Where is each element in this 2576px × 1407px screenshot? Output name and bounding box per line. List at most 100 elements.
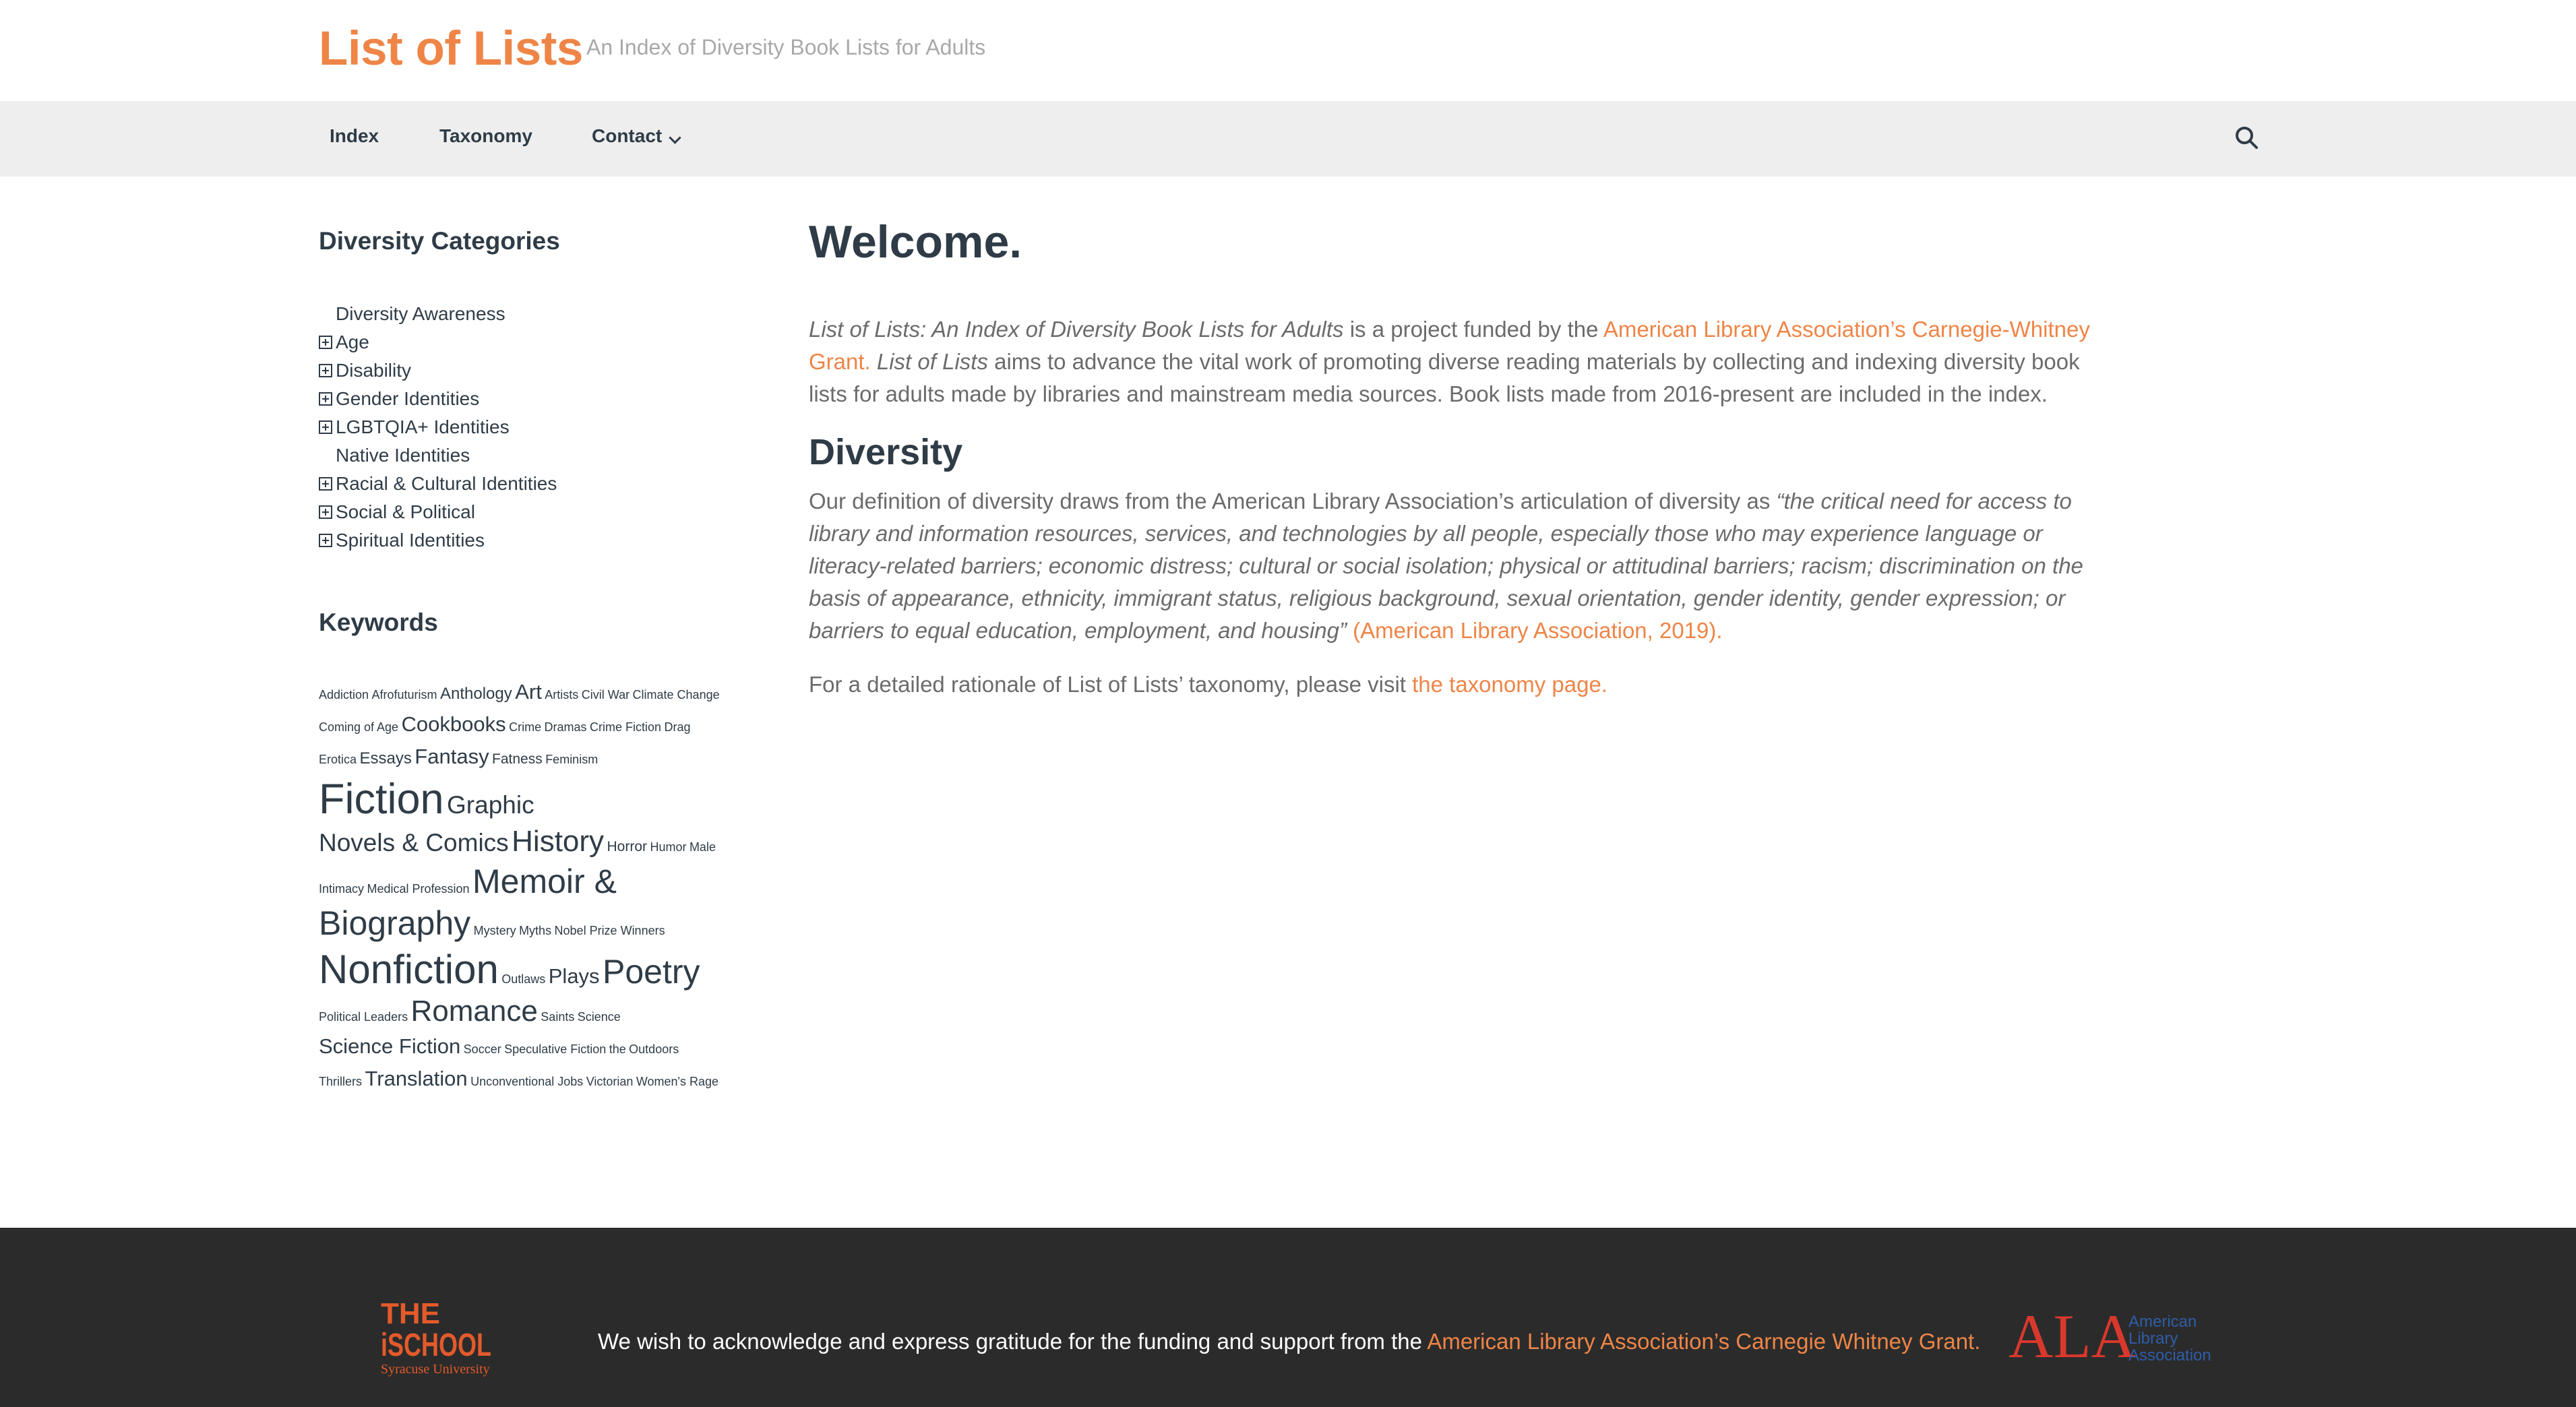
intro-paragraph: List of Lists: An Index of Diversity Boo…: [809, 313, 2096, 410]
diversity-heading: Diversity: [809, 432, 963, 472]
keyword-tag[interactable]: Plays: [549, 964, 600, 988]
category-item[interactable]: Diversity Awareness: [319, 300, 723, 328]
category-label[interactable]: Gender Identities: [336, 388, 479, 410]
keyword-tag[interactable]: Art: [515, 680, 542, 704]
expand-plus-icon[interactable]: [319, 477, 332, 491]
keyword-tag[interactable]: Thrillers: [319, 1075, 362, 1088]
category-label[interactable]: Racial & Cultural Identities: [336, 473, 557, 495]
search-icon[interactable]: [2233, 124, 2260, 151]
category-label[interactable]: Age: [336, 332, 369, 353]
keyword-tag[interactable]: Biography: [319, 904, 470, 942]
site-tagline: An Index of Diversity Book Lists for Adu…: [586, 35, 986, 59]
keyword-tag[interactable]: Unconventional Jobs: [470, 1075, 583, 1088]
keyword-tag[interactable]: Saints: [541, 1010, 574, 1024]
intro-text-1: is a project funded by the: [1343, 317, 1603, 342]
expand-plus-icon[interactable]: [319, 336, 332, 349]
category-item[interactable]: Racial & Cultural Identities: [319, 470, 723, 498]
category-item[interactable]: Native Identities: [319, 441, 723, 470]
keyword-tag-cloud: Addiction Afrofuturism Anthology Art Art…: [319, 677, 723, 1096]
keyword-tag[interactable]: Essays: [359, 749, 411, 768]
keyword-tag[interactable]: Drag: [664, 720, 690, 734]
keyword-tag[interactable]: Male: [689, 840, 716, 854]
keyword-tag[interactable]: Cookbooks: [402, 712, 506, 736]
keyword-tag[interactable]: Fantasy: [415, 745, 489, 768]
keyword-tag[interactable]: Coming of Age: [319, 720, 398, 734]
keyword-tag[interactable]: Speculative Fiction: [504, 1042, 606, 1056]
keyword-tag[interactable]: Soccer: [464, 1042, 501, 1056]
category-item[interactable]: Gender Identities: [319, 385, 723, 413]
keywords-title: Keywords: [319, 608, 438, 636]
keyword-tag[interactable]: Fiction: [319, 776, 444, 823]
keyword-tag[interactable]: Erotica: [319, 753, 357, 766]
rationale-text: For a detailed rationale of List of List…: [809, 672, 1413, 697]
keyword-tag[interactable]: Horror: [607, 839, 648, 854]
expand-plus-icon[interactable]: [319, 364, 332, 377]
keyword-tag[interactable]: Poetry: [603, 953, 700, 991]
keyword-tag[interactable]: Nobel Prize Winners: [555, 924, 665, 937]
expand-plus-icon[interactable]: [319, 505, 332, 519]
citation-link[interactable]: (American Library Association, 2019).: [1353, 618, 1722, 643]
expand-plus-icon[interactable]: [319, 534, 332, 547]
ischool-logo-line1: THE: [381, 1297, 440, 1330]
site-title-link[interactable]: List of Lists: [319, 22, 583, 76]
intro-italic-title: List of Lists: An Index of Diversity Boo…: [809, 317, 1344, 342]
keyword-tag[interactable]: Fatness: [492, 751, 543, 767]
keyword-tag[interactable]: Crime: [509, 720, 541, 734]
rationale-paragraph: For a detailed rationale of List of List…: [809, 668, 2096, 701]
category-label[interactable]: Diversity Awareness: [336, 303, 505, 325]
category-item[interactable]: Age: [319, 328, 723, 356]
expand-plus-icon[interactable]: [319, 392, 332, 406]
keyword-tag[interactable]: Civil War: [582, 688, 630, 701]
keyword-tag[interactable]: Nonfiction: [319, 947, 499, 992]
category-label[interactable]: Social & Political: [336, 501, 475, 523]
nav-item-index[interactable]: Index: [330, 125, 379, 147]
nav-item-contact[interactable]: Contact: [592, 125, 662, 147]
keyword-tag[interactable]: Science Fiction: [319, 1034, 460, 1058]
keyword-tag[interactable]: Artists: [545, 688, 578, 701]
keyword-tag[interactable]: Graphic: [447, 791, 534, 819]
keyword-tag[interactable]: Crime Fiction: [590, 720, 661, 734]
keyword-tag[interactable]: Women's Rage: [636, 1075, 718, 1088]
keyword-tag[interactable]: Intimacy: [319, 882, 364, 896]
chevron-down-icon[interactable]: [669, 131, 681, 144]
keyword-tag[interactable]: Novels & Comics: [319, 829, 509, 856]
keyword-tag[interactable]: the: [609, 1042, 626, 1056]
keyword-tag[interactable]: Outdoors: [629, 1042, 679, 1056]
main-navigation: Index Taxonomy Contact: [0, 101, 2576, 177]
category-item[interactable]: Spiritual Identities: [319, 526, 723, 555]
keyword-tag[interactable]: Political Leaders: [319, 1010, 408, 1024]
category-label[interactable]: LGBTQIA+ Identities: [336, 416, 510, 438]
keyword-tag[interactable]: Climate Change: [633, 688, 720, 701]
category-label[interactable]: Disability: [336, 360, 411, 381]
category-item[interactable]: Social & Political: [319, 498, 723, 526]
category-item[interactable]: Disability: [319, 356, 723, 385]
keyword-tag[interactable]: Feminism: [545, 753, 598, 766]
keyword-tag[interactable]: Anthology: [440, 685, 512, 703]
keyword-tag[interactable]: Humor: [650, 840, 686, 854]
keyword-tag[interactable]: Victorian: [586, 1075, 634, 1088]
keyword-tag[interactable]: Myths: [519, 924, 551, 937]
keyword-tag[interactable]: Dramas: [545, 720, 587, 734]
expand-plus-icon[interactable]: [319, 420, 332, 434]
category-label[interactable]: Native Identities: [336, 445, 470, 466]
footer-grant-link[interactable]: American Library Association’s Carnegie …: [1427, 1329, 1980, 1354]
definition-paragraph: Our definition of diversity draws from t…: [809, 485, 2096, 647]
ala-logo-line2: Library: [2128, 1330, 2178, 1348]
keyword-tag[interactable]: Science: [578, 1010, 621, 1024]
taxonomy-page-link[interactable]: the taxonomy page.: [1412, 672, 1607, 697]
ala-logo: ALA American Library Association: [2008, 1310, 2211, 1364]
keyword-tag[interactable]: Afrofuturism: [372, 688, 437, 701]
nav-item-taxonomy[interactable]: Taxonomy: [439, 125, 532, 147]
keyword-tag[interactable]: Romance: [411, 995, 538, 1028]
site-header: List of Lists An Index of Diversity Book…: [0, 0, 2576, 101]
keyword-tag[interactable]: Mystery: [474, 924, 516, 937]
keyword-tag[interactable]: Outlaws: [501, 972, 545, 986]
intro-italic-short: List of Lists: [876, 349, 988, 374]
category-label[interactable]: Spiritual Identities: [336, 530, 485, 551]
keyword-tag[interactable]: Addiction: [319, 688, 369, 701]
keyword-tag[interactable]: Translation: [365, 1067, 467, 1090]
category-item[interactable]: LGBTQIA+ Identities: [319, 413, 723, 441]
keyword-tag[interactable]: Memoir &: [472, 863, 617, 900]
keyword-tag[interactable]: Medical Profession: [367, 882, 469, 896]
keyword-tag[interactable]: History: [512, 825, 604, 858]
